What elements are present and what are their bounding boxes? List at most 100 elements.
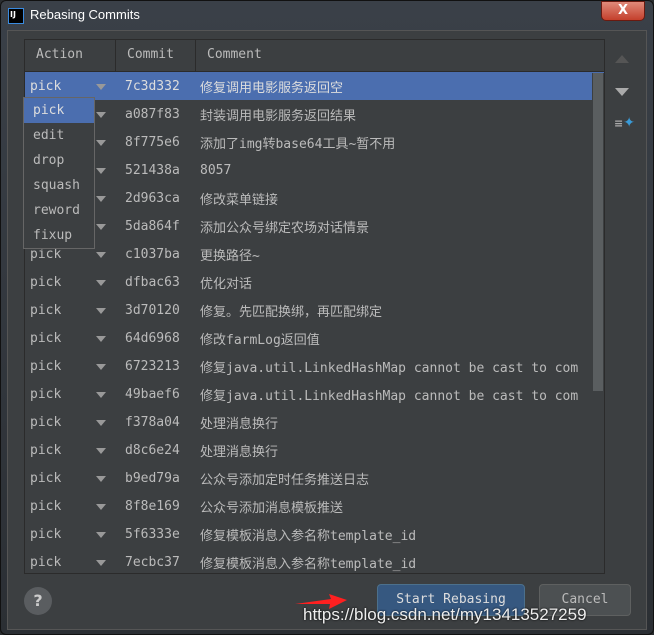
table-row[interactable]: pick a087f83 封装调用电影服务返回结果 [25, 100, 604, 128]
chevron-down-icon[interactable] [96, 475, 106, 482]
commit-comment: 封装调用电影服务返回结果 [200, 108, 357, 124]
action-dropdown-list: pick edit drop squash reword fixup [23, 97, 95, 249]
table-row[interactable]: pick 7ecbc37 修复模板消息入参名称template_id [25, 548, 604, 573]
dropdown-option-edit[interactable]: edit [24, 123, 94, 148]
table-row[interactable]: pick 49baef6 修复java.util.LinkedHashMap can… [25, 380, 604, 408]
chevron-down-icon[interactable] [96, 447, 106, 454]
header-action[interactable]: Action [25, 40, 116, 71]
close-button[interactable]: X [601, 1, 645, 21]
table-row[interactable]: pick f378a04 处理消息换行 [25, 408, 604, 436]
commit-hash: 5f6333e [125, 526, 180, 542]
commit-hash: 8f775e6 [125, 134, 180, 150]
action-select[interactable]: pick [25, 359, 116, 374]
table-row[interactable]: pick 6723213 修复java.util.LinkedHashMap can… [25, 352, 604, 380]
title-bar: IJ Rebasing Commits X [1, 1, 653, 31]
action-value: pick [30, 302, 62, 318]
action-value: pick [30, 358, 62, 374]
action-select[interactable]: pick [25, 387, 116, 402]
chevron-down-icon[interactable] [96, 223, 106, 230]
chevron-down-icon[interactable] [96, 195, 106, 202]
dropdown-option-drop[interactable]: drop [24, 148, 94, 173]
action-value: pick [30, 330, 62, 346]
scrollbar-thumb[interactable] [593, 73, 603, 391]
table-row[interactable]: pick 64d6968 修改farmLog返回值 [25, 324, 604, 352]
commit-hash: 2d963ca [125, 190, 180, 206]
commit-hash: 8f8e169 [125, 498, 180, 514]
window-title: Rebasing Commits [30, 7, 140, 22]
action-select[interactable]: pick [25, 471, 116, 486]
chevron-down-icon[interactable] [96, 335, 106, 342]
dropdown-option-squash[interactable]: squash [24, 173, 94, 198]
help-button[interactable]: ? [24, 587, 52, 615]
commit-comment: 优化对话 [200, 276, 253, 292]
commit-comment: 修改farmLog返回值 [200, 332, 320, 348]
watermark: https://blog.csdn.net/my13413527259 [303, 605, 587, 624]
dialog-body: Action Commit Comment pick 7c3d332 修复调用电影服… [7, 30, 647, 630]
action-select[interactable]: pick [25, 275, 116, 290]
commit-comment: 修复调用电影服务返回空 [200, 80, 344, 96]
squash-icon[interactable]: ≡✦ [614, 115, 635, 135]
table-row[interactable]: pick 5f6333e 修复模板消息入参名称template_id [25, 520, 604, 548]
action-value: pick [30, 274, 62, 290]
action-select[interactable]: pick [25, 331, 116, 346]
commit-comment: 修改菜单链接 [200, 192, 279, 208]
commit-comment: 8057 [200, 162, 232, 178]
chevron-down-icon[interactable] [96, 139, 106, 146]
table-row[interactable]: pick dfbac63 优化对话 [25, 268, 604, 296]
chevron-down-icon[interactable] [96, 559, 106, 566]
dropdown-option-pick[interactable]: pick [24, 98, 94, 123]
table-row[interactable]: pick c1037ba 更换路径~ [25, 240, 604, 268]
table-row[interactable]: pick b9ed79a 公众号添加定时任务推送日志 [25, 464, 604, 492]
commit-comment: 公众号添加定时任务推送日志 [200, 472, 370, 488]
header-comment[interactable]: Comment [196, 40, 604, 71]
chevron-down-icon[interactable] [96, 279, 106, 286]
action-select[interactable]: pick [25, 415, 116, 430]
action-select[interactable]: pick [25, 79, 116, 94]
chevron-down-icon[interactable] [96, 111, 106, 118]
commit-comment: 公众号添加消息模板推送 [200, 500, 344, 516]
chevron-down-icon[interactable] [96, 419, 106, 426]
commit-comment: 修复java.util.LinkedHashMap cannot be cast… [200, 360, 579, 376]
chevron-down-icon[interactable] [96, 391, 106, 398]
chevron-down-icon[interactable] [96, 83, 106, 90]
table-row[interactable]: pick 7c3d332 修复调用电影服务返回空 [25, 72, 604, 100]
table-row[interactable]: pick5da864f添加公众号绑定农场对话情景 [25, 212, 604, 240]
commits-table: Action Commit Comment pick 7c3d332 修复调用电影服… [24, 39, 605, 574]
action-select[interactable]: pick [25, 443, 116, 458]
commit-hash: 64d6968 [125, 330, 180, 346]
table-row[interactable]: pick521438a8057 [25, 156, 604, 184]
chevron-down-icon[interactable] [96, 167, 106, 174]
move-up-icon[interactable] [615, 55, 629, 63]
action-value: pick [30, 470, 62, 486]
header-commit[interactable]: Commit [116, 40, 196, 71]
vertical-scrollbar[interactable] [592, 73, 604, 573]
action-value: pick [30, 414, 62, 430]
chevron-down-icon[interactable] [96, 363, 106, 370]
commit-comment: 更换路径~ [200, 248, 260, 264]
commit-hash: 7ecbc37 [125, 554, 180, 570]
action-select[interactable]: pick [25, 303, 116, 318]
table-row[interactable]: pick2d963ca修改菜单链接 [25, 184, 604, 212]
chevron-down-icon[interactable] [96, 531, 106, 538]
commit-hash: d8c6e24 [125, 442, 180, 458]
table-row[interactable]: pick 3d70120 修复。先匹配换绑，再匹配绑定 [25, 296, 604, 324]
dropdown-option-fixup[interactable]: fixup [24, 223, 94, 248]
commit-hash: f378a04 [125, 414, 180, 430]
action-select[interactable]: pick [25, 555, 116, 570]
move-down-icon[interactable] [615, 88, 629, 96]
commit-hash: 6723213 [125, 358, 180, 374]
chevron-down-icon[interactable] [96, 503, 106, 510]
table-row[interactable]: pick 8f8e169 公众号添加消息模板推送 [25, 492, 604, 520]
table-row[interactable]: pick8f775e6添加了img转base64工具~暂不用 [25, 128, 604, 156]
table-row[interactable]: pick d8c6e24 处理消息换行 [25, 436, 604, 464]
action-select[interactable]: pick [25, 499, 116, 514]
dropdown-option-reword[interactable]: reword [24, 198, 94, 223]
action-select[interactable]: pick [25, 527, 116, 542]
commit-hash: c1037ba [125, 246, 180, 262]
chevron-down-icon[interactable] [96, 251, 106, 258]
commit-comment: 修复。先匹配换绑，再匹配绑定 [200, 304, 383, 320]
action-value: pick [30, 78, 62, 94]
chevron-down-icon[interactable] [96, 307, 106, 314]
commit-comment: 添加公众号绑定农场对话情景 [200, 220, 370, 236]
action-value: pick [30, 554, 62, 570]
